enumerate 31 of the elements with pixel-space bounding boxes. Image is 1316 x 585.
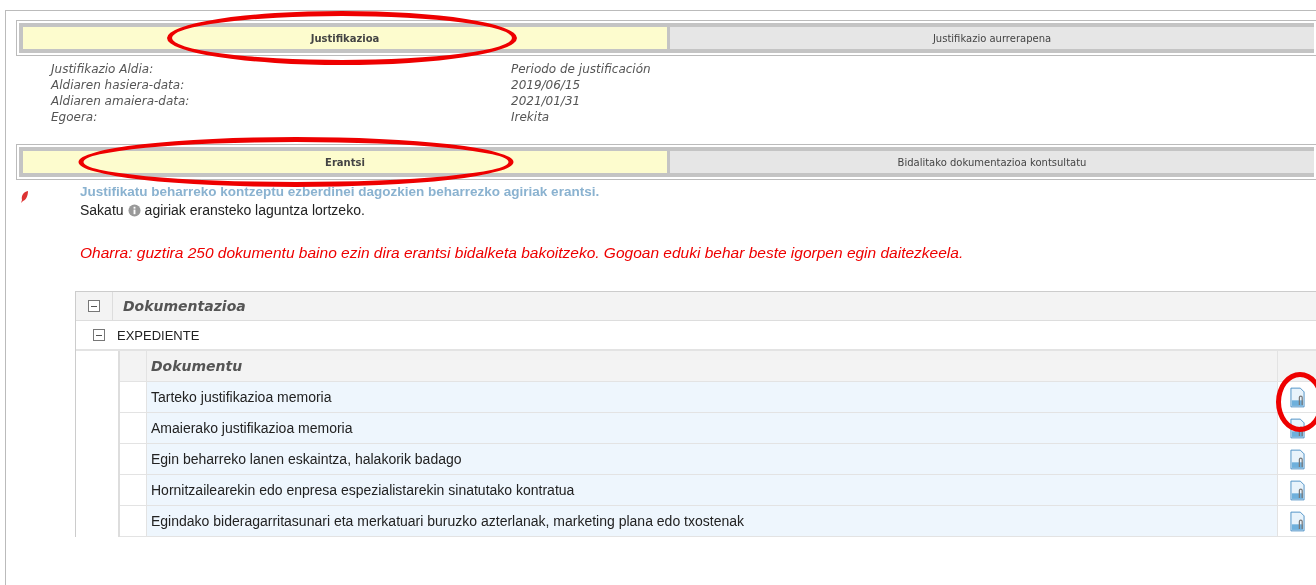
tab[interactable]: Justifikazio aurrerapena [667, 23, 1314, 53]
warning-note: Oharra: guztira 250 dokumentu baino ezin dira erantsi bidalketa bakoitzeko. Gogoan eduki behar beste igorpen egin daitezkeela. [80, 244, 965, 262]
help-text: Sakatu [80, 202, 124, 218]
group-label: EXPEDIENTE [117, 327, 200, 343]
collapse-toggle[interactable] [93, 329, 105, 341]
tab[interactable]: Erantsi [19, 147, 667, 177]
table-cell: Tarteko justifikazioa memoria [147, 382, 1277, 412]
field-value: 2019/06/15 [511, 78, 582, 92]
field-label: Aldiaren hasiera-data: [51, 78, 186, 92]
table-cell: Hornitzailearekin edo enpresa espezialistarekin sinatutako kontratua [147, 475, 1277, 505]
field-label: Egoera: [51, 110, 99, 124]
attachment-icon[interactable] [1289, 510, 1305, 532]
field-label: Aldiaren amaiera-data: [51, 94, 191, 108]
tab[interactable]: Justifikazioa [19, 23, 667, 53]
field-label: Justifikazio Aldia: [51, 62, 155, 76]
column-header: Dokumentazioa [123, 298, 246, 314]
attachment-icon[interactable] [1289, 386, 1305, 408]
field-value: 2021/01/31 [511, 94, 582, 108]
attachment-icon[interactable] [1289, 448, 1305, 470]
field-value: Periodo de justificación [511, 62, 652, 76]
tab[interactable]: Bidalitako dokumentazioa kontsultatu [667, 147, 1314, 177]
help-text: agiriak eransteko laguntza lortzeko. [144, 202, 365, 218]
quill-icon [20, 190, 30, 204]
collapse-toggle[interactable] [88, 300, 100, 312]
table-cell: Egindako bideragarritasunari eta merkatuari buruzko azterlanak, marketing plana edo txostenak [147, 506, 1277, 536]
field-value: Irekita [511, 110, 551, 124]
instruction-text: Justifikatu beharreko kontzeptu ezberdinei dagozkien beharrezko agiriak erantsi. [80, 184, 600, 199]
table-cell: Amaierako justifikazioa memoria [147, 413, 1277, 443]
table-cell: Egin beharreko lanen eskaintza, halakorik badago [147, 444, 1277, 474]
attachment-icon[interactable] [1289, 479, 1305, 501]
info-icon[interactable] [127, 203, 141, 217]
